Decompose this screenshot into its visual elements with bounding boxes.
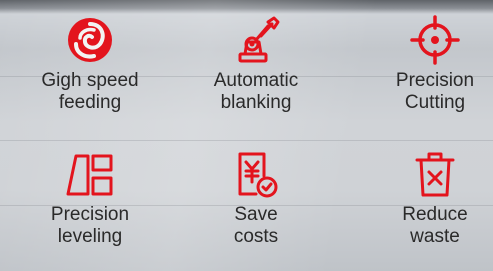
- crosshair-icon: [410, 15, 460, 65]
- robot-arm-icon: [238, 16, 280, 63]
- feature-automatic-blanking: Automatic blanking: [181, 14, 331, 114]
- feature-label: Automatic blanking: [213, 70, 299, 113]
- trash-x-icon: [415, 152, 455, 197]
- feature-label: Precision Cutting: [395, 70, 475, 113]
- feature-label: Reduce waste: [402, 204, 468, 247]
- feature-precision-cutting: Precision Cutting: [370, 14, 493, 114]
- feature-reduce-waste: Reduce waste: [370, 148, 493, 248]
- feature-label: Precision leveling: [50, 204, 130, 247]
- feature-precision-leveling: Precision leveling: [15, 148, 165, 248]
- leveling-icon: [66, 154, 113, 196]
- features-grid: Gigh speed feeding Automatic blanking Pr…: [0, 0, 493, 271]
- yen-document-check-icon: [238, 152, 278, 198]
- swirl-icon: [68, 18, 112, 62]
- feature-save-costs: Save costs: [181, 148, 331, 248]
- feature-label: Gigh speed feeding: [41, 70, 139, 113]
- feature-high-speed-feeding: Gigh speed feeding: [15, 14, 165, 114]
- feature-label: Save costs: [233, 204, 279, 247]
